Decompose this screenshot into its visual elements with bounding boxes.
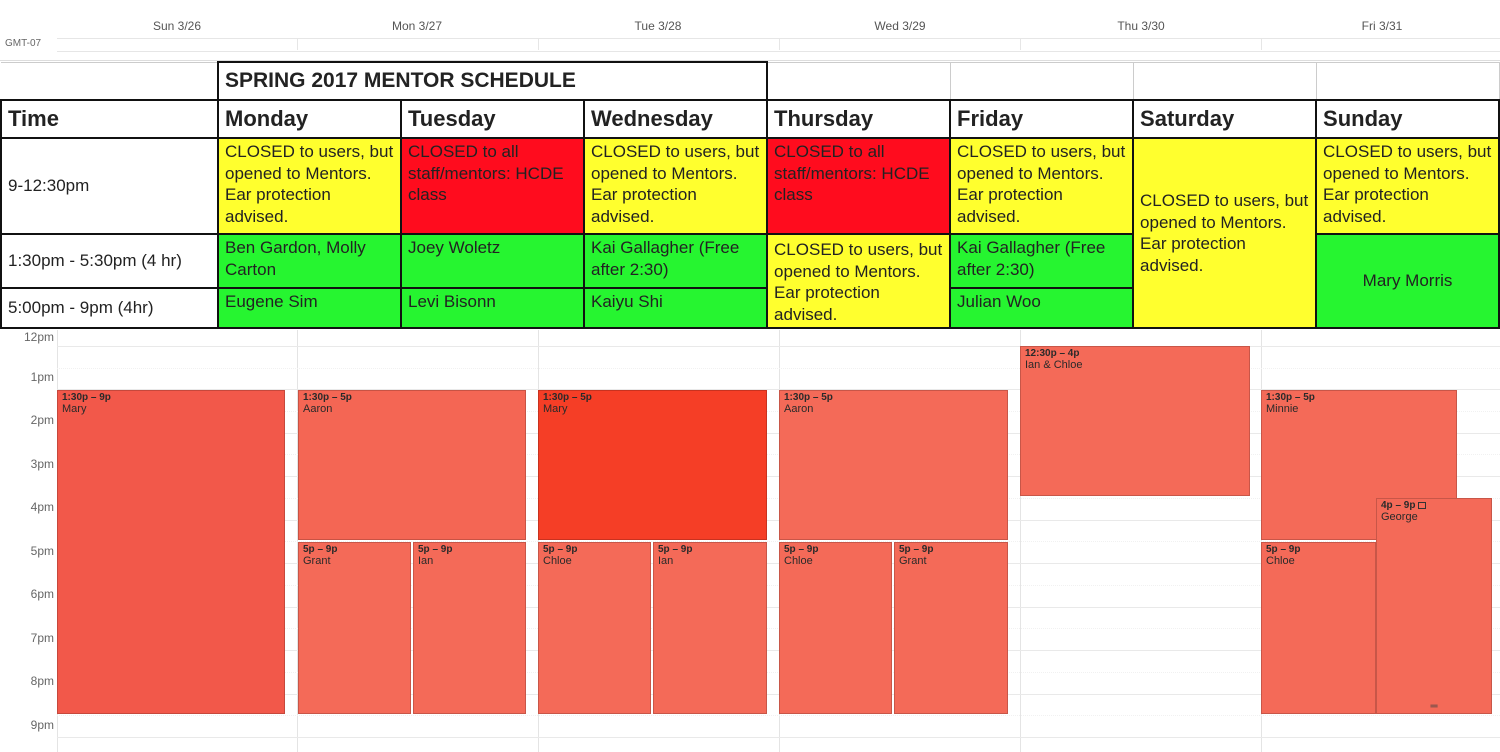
- cell-wed-evening: Kaiyu Shi: [582, 287, 769, 329]
- day-header-fri[interactable]: Fri 3/31: [1362, 19, 1403, 33]
- event-block[interactable]: 5p – 9p Chloe: [779, 542, 892, 714]
- event-title: George: [1381, 511, 1418, 523]
- header-tuesday: Tuesday: [400, 99, 585, 139]
- repeat-icon: [1418, 501, 1427, 509]
- hour-label: 1pm: [30, 370, 54, 384]
- day-header-mon[interactable]: Mon 3/27: [392, 19, 442, 33]
- day-header-sun[interactable]: Sun 3/26: [153, 19, 201, 33]
- hour-label: 6pm: [30, 587, 54, 601]
- event-title: Ian & Chloe: [1025, 359, 1083, 371]
- event-block[interactable]: 12:30p – 4p Ian & Chloe: [1020, 346, 1250, 496]
- event-time: 12:30p – 4p: [1025, 348, 1080, 359]
- cell-wed-afternoon: Kai Gallagher (Free after 2:30): [582, 232, 769, 290]
- event-time: 5p – 9p: [658, 544, 693, 555]
- header-thursday: Thursday: [766, 99, 952, 139]
- blank-cell: [1315, 61, 1500, 101]
- cell-mon-afternoon: Ben Gardon, Molly Carton: [217, 232, 402, 290]
- blank-cell: [949, 61, 1134, 101]
- cell-thu-morning: CLOSED to all staff/mentors: HCDE class: [766, 137, 952, 235]
- cell-tue-morning: CLOSED to all staff/mentors: HCDE class: [400, 137, 585, 235]
- event-time: 1:30p – 5p: [1266, 392, 1315, 403]
- event-time: 5p – 9p: [1266, 544, 1301, 555]
- cell-fri-afternoon: Kai Gallagher (Free after 2:30): [949, 232, 1135, 290]
- event-title: Mary: [543, 403, 568, 415]
- event-block[interactable]: 1:30p – 5p Mary: [538, 390, 767, 540]
- time-slot-afternoon: 1:30pm - 5:30pm (4 hr): [0, 232, 219, 290]
- hour-label: 7pm: [30, 631, 54, 645]
- event-time: 5p – 9p: [899, 544, 934, 555]
- cell-mon-morning: CLOSED to users, but opened to Mentors. …: [217, 137, 402, 235]
- event-title: Minnie: [1266, 403, 1299, 415]
- event-block[interactable]: 5p – 9p Grant: [298, 542, 411, 714]
- hour-label: 4pm: [30, 500, 54, 514]
- time-slot-morning: 9-12:30pm: [0, 137, 219, 235]
- event-title: Grant: [899, 555, 927, 567]
- event-title: Aaron: [784, 403, 814, 415]
- event-block[interactable]: 4p – 9p George ═: [1376, 498, 1492, 714]
- header-wednesday: Wednesday: [582, 99, 769, 139]
- hour-label: 3pm: [30, 457, 54, 471]
- event-title: Grant: [303, 555, 331, 567]
- cell-thu-afternoon: CLOSED to users, but opened to Mentors. …: [766, 233, 952, 329]
- event-time: 1:30p – 5p: [784, 392, 833, 403]
- event-title: Aaron: [303, 403, 333, 415]
- cell-tue-afternoon: Joey Woletz: [400, 232, 585, 290]
- hour-label: 8pm: [30, 674, 54, 688]
- event-time: 1:30p – 5p: [543, 392, 592, 403]
- day-header-thu[interactable]: Thu 3/30: [1117, 19, 1164, 33]
- event-time: 5p – 9p: [784, 544, 819, 555]
- event-block[interactable]: 5p – 9p Grant: [894, 542, 1008, 714]
- hour-label: 9pm: [30, 718, 54, 732]
- mentor-schedule-table: SPRING 2017 MENTOR SCHEDULE Time Monday …: [0, 61, 1500, 329]
- time-grid[interactable]: 12pm 1pm 2pm 3pm 4pm 5pm 6pm 7pm 8pm 9pm…: [0, 330, 1500, 752]
- header-monday: Monday: [217, 99, 402, 139]
- event-block[interactable]: 5p – 9p Chloe: [538, 542, 651, 714]
- timezone-label: GMT-07: [5, 38, 42, 49]
- event-title: Chloe: [543, 555, 572, 567]
- hour-label: 12pm: [23, 330, 54, 344]
- event-time: 1:30p – 9p: [62, 392, 111, 403]
- cell-sat-all: CLOSED to users, but opened to Mentors. …: [1132, 137, 1318, 329]
- cell-fri-evening: Julian Woo: [949, 287, 1135, 329]
- event-title: Ian: [418, 555, 434, 567]
- cell-mon-evening: Eugene Sim: [217, 287, 402, 329]
- header-saturday: Saturday: [1132, 99, 1318, 139]
- event-time: 1:30p – 5p: [303, 392, 352, 403]
- blank-cell: [1, 61, 219, 101]
- header-friday: Friday: [949, 99, 1135, 139]
- event-block[interactable]: 1:30p – 9p Mary: [57, 390, 285, 714]
- event-block[interactable]: 1:30p – 5p Aaron: [779, 390, 1008, 540]
- header-time: Time: [0, 99, 219, 139]
- day-header-tue[interactable]: Tue 3/28: [635, 19, 682, 33]
- calendar-header: Sun 3/26 Mon 3/27 Tue 3/28 Wed 3/29 Thu …: [0, 0, 1500, 61]
- schedule-title: SPRING 2017 MENTOR SCHEDULE: [216, 61, 769, 101]
- blank-cell: [766, 61, 951, 101]
- event-block[interactable]: 5p – 9p Chloe: [1261, 542, 1376, 714]
- cell-sun-afternoon: Mary Morris: [1315, 233, 1500, 329]
- event-time: 5p – 9p: [303, 544, 338, 555]
- event-title: Chloe: [784, 555, 813, 567]
- hour-label: 5pm: [30, 544, 54, 558]
- day-header-wed[interactable]: Wed 3/29: [874, 19, 925, 33]
- hour-label: 2pm: [30, 413, 54, 427]
- cell-tue-evening: Levi Bisonn: [400, 287, 585, 329]
- cell-sun-morning: CLOSED to users, but opened to Mentors. …: [1315, 137, 1500, 235]
- header-sunday: Sunday: [1315, 99, 1500, 139]
- event-time: 5p – 9p: [543, 544, 578, 555]
- time-slot-evening: 5:00pm - 9pm (4hr): [0, 287, 219, 329]
- event-title: Ian: [658, 555, 674, 567]
- cell-fri-morning: CLOSED to users, but opened to Mentors. …: [949, 137, 1135, 235]
- cell-wed-morning: CLOSED to users, but opened to Mentors. …: [582, 137, 769, 235]
- event-block[interactable]: 1:30p – 5p Aaron: [298, 390, 526, 540]
- event-time: 5p – 9p: [418, 544, 453, 555]
- resize-handle-icon[interactable]: ═: [1430, 702, 1437, 712]
- blank-cell: [1132, 61, 1317, 101]
- event-title: Mary: [62, 403, 87, 415]
- event-block[interactable]: 5p – 9p Ian: [653, 542, 767, 714]
- event-block[interactable]: 5p – 9p Ian: [413, 542, 526, 714]
- event-time: 4p – 9p: [1381, 500, 1487, 511]
- event-title: Chloe: [1266, 555, 1295, 567]
